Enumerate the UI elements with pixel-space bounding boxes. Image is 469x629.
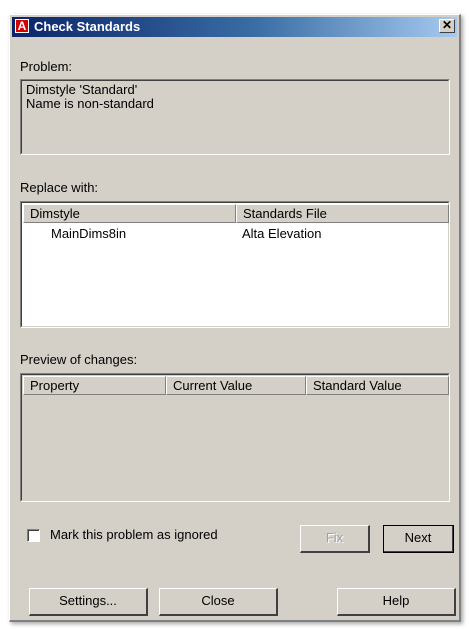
- close-icon[interactable]: ✕: [439, 19, 455, 33]
- problem-text: Dimstyle 'Standard' Name is non-standard: [26, 83, 154, 111]
- ignore-problem-label[interactable]: Mark this problem as ignored: [50, 527, 218, 542]
- preview-list[interactable]: Property Current Value Standard Value: [20, 373, 450, 502]
- autocad-icon: A: [15, 19, 29, 33]
- replace-with-list[interactable]: Dimstyle Standards File MainDims8in Alta…: [20, 201, 450, 328]
- window-title: Check Standards: [34, 19, 141, 34]
- preview-of-changes-label: Preview of changes:: [20, 352, 138, 367]
- help-button[interactable]: Help: [337, 588, 456, 616]
- settings-button[interactable]: Settings...: [29, 588, 148, 616]
- cell-standards-file: Alta Elevation: [242, 226, 322, 241]
- problem-line-1: Dimstyle 'Standard': [26, 82, 138, 97]
- replace-with-label: Replace with:: [20, 180, 99, 195]
- column-header-dimstyle[interactable]: Dimstyle: [23, 204, 236, 223]
- problem-label: Problem:: [20, 59, 73, 74]
- title-bar[interactable]: A Check Standards ✕: [12, 17, 457, 37]
- column-header-property[interactable]: Property: [23, 376, 166, 395]
- next-button[interactable]: Next: [383, 525, 454, 553]
- preview-list-header: Property Current Value Standard Value: [23, 376, 449, 395]
- column-header-standard-value[interactable]: Standard Value: [306, 376, 449, 395]
- check-standards-dialog: A Check Standards ✕ Problem: Dimstyle 'S…: [9, 14, 461, 622]
- problem-box: Dimstyle 'Standard' Name is non-standard: [20, 79, 450, 155]
- close-button[interactable]: Close: [159, 588, 278, 616]
- ignore-problem-checkbox[interactable]: [27, 529, 40, 542]
- replace-list-header: Dimstyle Standards File: [23, 204, 449, 223]
- problem-line-2: Name is non-standard: [26, 96, 154, 111]
- column-header-current-value[interactable]: Current Value: [166, 376, 306, 395]
- cell-dimstyle: MainDims8in: [51, 226, 127, 241]
- column-header-standards-file[interactable]: Standards File: [236, 204, 449, 223]
- fix-button[interactable]: Fix: [300, 525, 370, 553]
